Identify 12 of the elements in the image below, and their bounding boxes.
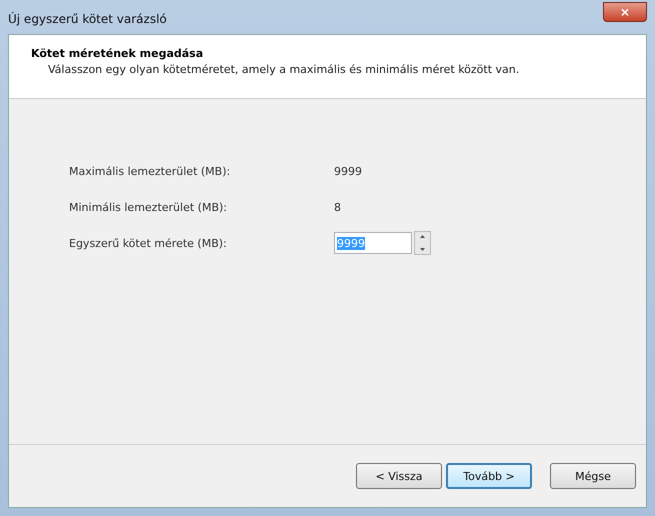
page-description: Válasszon egy olyan kötetméretet, amely a maximális és minimális méret között van. bbox=[47, 63, 520, 77]
field-value: 9999 bbox=[334, 164, 362, 178]
wizard-button[interactable]: < Vissza bbox=[356, 463, 442, 489]
page-heading: Kötet méretének megadása bbox=[31, 47, 204, 60]
wizard-button[interactable]: Mégse bbox=[550, 463, 636, 489]
wizard-button[interactable]: Tovább > bbox=[446, 463, 532, 489]
window-title: Új egyszerű kötet varázsló bbox=[8, 12, 167, 26]
spin-buttons[interactable] bbox=[414, 231, 431, 255]
field-label: Maximális lemezterület (MB): bbox=[69, 164, 232, 178]
field-label: Egyszerű kötet mérete (MB): bbox=[69, 236, 228, 250]
field-value: 8 bbox=[334, 200, 341, 214]
field-label: Minimális lemezterület (MB): bbox=[69, 200, 228, 214]
